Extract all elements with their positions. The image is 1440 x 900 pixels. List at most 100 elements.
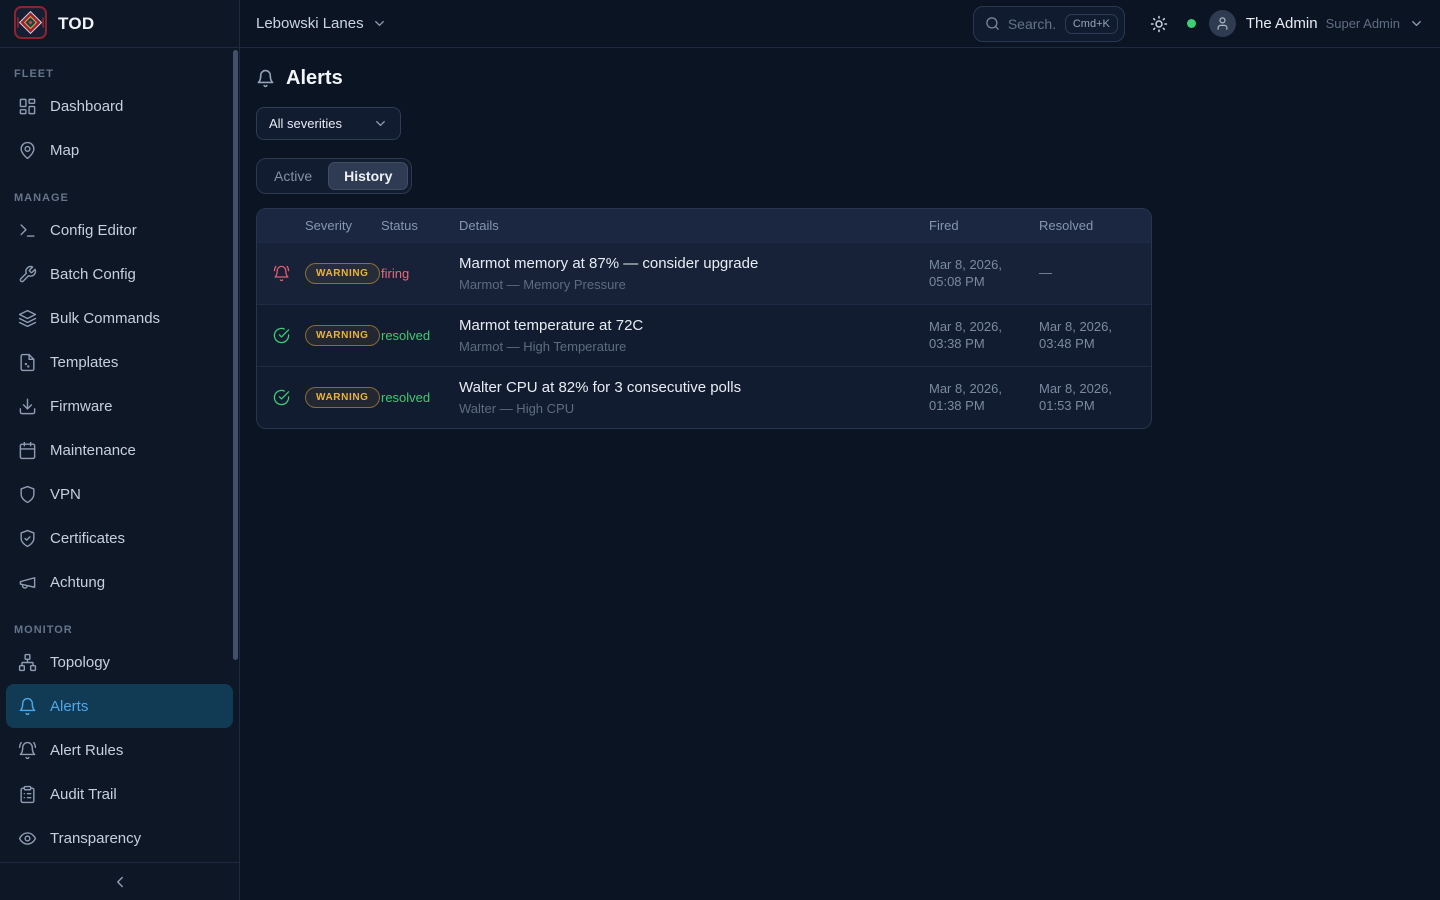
sidebar-section-label: FLEET — [14, 68, 233, 80]
org-switcher[interactable]: Lebowski Lanes — [256, 15, 387, 32]
sidebar-section: MANAGE Config Editor Batch Config Bulk C… — [6, 192, 233, 604]
app-window: TOD FLEET Dashboard Map MANAGE Config Ed… — [0, 0, 1440, 900]
sidebar-item-label: Maintenance — [50, 442, 136, 459]
bell-icon — [256, 69, 275, 88]
shield-icon — [18, 485, 37, 504]
tod-logo-icon — [14, 6, 47, 42]
fired-time: Mar 8, 2026, 05:08 PM — [929, 257, 1039, 291]
online-status-dot — [1187, 19, 1196, 28]
sidebar-item-label: Audit Trail — [50, 786, 117, 803]
sidebar-item-label: VPN — [50, 486, 81, 503]
sidebar-footer — [0, 862, 239, 900]
user-role-badge: Super Admin — [1326, 16, 1400, 31]
calendar-icon — [18, 441, 37, 460]
search-box[interactable]: Cmd+K — [973, 6, 1125, 42]
column-header-severity: Severity — [305, 218, 381, 233]
check-circle-icon — [273, 389, 290, 406]
user-icon — [1215, 16, 1230, 31]
sidebar-item-vpn[interactable]: VPN — [6, 472, 233, 516]
layout-dashboard-icon — [18, 97, 37, 116]
theme-toggle-button[interactable] — [1150, 15, 1168, 33]
layers-icon — [18, 309, 37, 328]
severity-filter-value: All severities — [269, 116, 342, 131]
file-icon — [18, 353, 37, 372]
status-text: firing — [381, 266, 459, 281]
alert-subtitle: Walter — High CPU — [459, 401, 929, 416]
sidebar-item-label: Alert Rules — [50, 742, 123, 759]
sidebar-item-templates[interactable]: Templates — [6, 340, 233, 384]
fired-time: Mar 8, 2026, 03:38 PM — [929, 319, 1039, 353]
sidebar-item-batch-config[interactable]: Batch Config — [6, 252, 233, 296]
sidebar-scrollbar[interactable] — [233, 50, 238, 660]
sidebar-item-dashboard[interactable]: Dashboard — [6, 84, 233, 128]
sidebar-item-label: Map — [50, 142, 79, 159]
column-header-fired: Fired — [929, 218, 1039, 233]
sidebar-item-audit-trail[interactable]: Audit Trail — [6, 772, 233, 816]
column-header-details: Details — [459, 218, 929, 233]
terminal-icon — [18, 221, 37, 240]
sidebar-item-transparency[interactable]: Transparency — [6, 816, 233, 860]
sidebar-item-config-editor[interactable]: Config Editor — [6, 208, 233, 252]
alerts-table-header: SeverityStatusDetailsFiredResolved — [257, 209, 1151, 242]
check-circle-icon — [273, 327, 290, 344]
severity-badge: WARNING — [305, 325, 380, 346]
sidebar-section: FLEET Dashboard Map — [6, 68, 233, 172]
search-icon — [985, 16, 1000, 31]
sidebar-section-label: MONITOR — [14, 624, 233, 636]
severity-badge: WARNING — [305, 263, 380, 284]
sidebar-item-achtung[interactable]: Achtung — [6, 560, 233, 604]
org-name: Lebowski Lanes — [256, 15, 364, 32]
sidebar-item-alert-rules[interactable]: Alert Rules — [6, 728, 233, 772]
sidebar-item-label: Batch Config — [50, 266, 136, 283]
bell-ring-icon — [18, 741, 37, 760]
severity-filter-select[interactable]: All severities — [256, 107, 401, 140]
sidebar-item-maintenance[interactable]: Maintenance — [6, 428, 233, 472]
column-header-resolved: Resolved — [1039, 218, 1151, 233]
sidebar-item-alerts[interactable]: Alerts — [6, 684, 233, 728]
bell-icon — [18, 697, 37, 716]
clipboard-list-icon — [18, 785, 37, 804]
sidebar-item-label: Transparency — [50, 830, 141, 847]
topbar: Lebowski Lanes Cmd+K — [240, 0, 1440, 48]
sidebar-section: MONITOR Topology Alerts Alert Rules Audi… — [6, 624, 233, 860]
sidebar-item-label: Dashboard — [50, 98, 123, 115]
sidebar-item-label: Templates — [50, 354, 118, 371]
user-menu-chevron-down-icon[interactable] — [1409, 16, 1424, 31]
fired-time: Mar 8, 2026, 01:38 PM — [929, 381, 1039, 415]
network-icon — [18, 653, 37, 672]
sidebar-collapse-button[interactable] — [111, 873, 129, 891]
sidebar-item-topology[interactable]: Topology — [6, 640, 233, 684]
chevron-down-icon — [373, 116, 388, 131]
sidebar-item-bulk-commands[interactable]: Bulk Commands — [6, 296, 233, 340]
alert-subtitle: Marmot — Memory Pressure — [459, 277, 929, 292]
sidebar-item-map[interactable]: Map — [6, 128, 233, 172]
table-row[interactable]: WARNING resolved Marmot temperature at 7… — [257, 304, 1151, 366]
map-pin-icon — [18, 141, 37, 160]
alert-title: Marmot temperature at 72C — [459, 317, 929, 334]
alerts-table: SeverityStatusDetailsFiredResolved WARNI… — [256, 208, 1152, 429]
tab-history[interactable]: History — [328, 162, 408, 190]
sidebar-section-label: MANAGE — [14, 192, 233, 204]
search-input[interactable] — [1008, 16, 1057, 32]
shield-check-icon — [18, 529, 37, 548]
download-icon — [18, 397, 37, 416]
eye-icon — [18, 829, 37, 848]
resolved-time: — — [1039, 265, 1151, 282]
status-text: resolved — [381, 328, 459, 343]
search-shortcut-badge: Cmd+K — [1065, 14, 1118, 34]
sidebar-item-label: Firmware — [50, 398, 113, 415]
tab-active[interactable]: Active — [260, 162, 326, 190]
sidebar-item-label: Certificates — [50, 530, 125, 547]
user-avatar[interactable] — [1209, 10, 1236, 37]
table-row[interactable]: WARNING firing Marmot memory at 87% — co… — [257, 242, 1151, 304]
sidebar-item-firmware[interactable]: Firmware — [6, 384, 233, 428]
resolved-time: Mar 8, 2026, 01:53 PM — [1039, 381, 1151, 415]
bell-ring-icon — [273, 265, 290, 282]
status-text: resolved — [381, 390, 459, 405]
alert-title: Marmot memory at 87% — consider upgrade — [459, 255, 929, 272]
sidebar-item-label: Config Editor — [50, 222, 137, 239]
sidebar: TOD FLEET Dashboard Map MANAGE Config Ed… — [0, 0, 240, 900]
table-row[interactable]: WARNING resolved Walter CPU at 82% for 3… — [257, 366, 1151, 428]
sidebar-item-certificates[interactable]: Certificates — [6, 516, 233, 560]
alerts-view-tabs: Active History — [256, 158, 412, 194]
